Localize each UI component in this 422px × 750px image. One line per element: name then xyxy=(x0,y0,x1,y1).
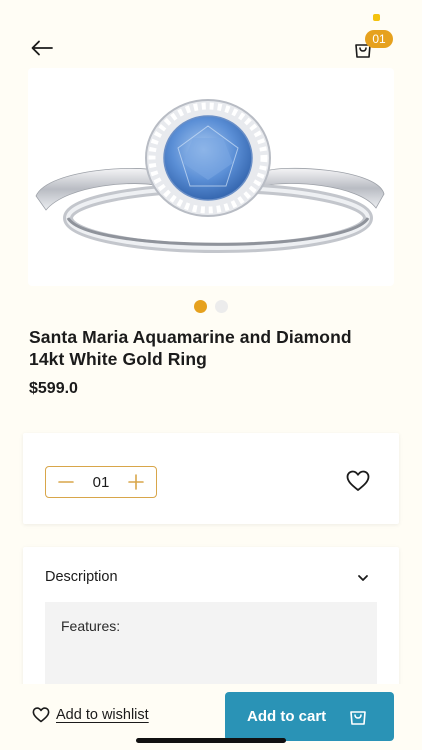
add-to-wishlist-link[interactable]: Add to wishlist xyxy=(32,707,149,723)
quantity-stepper: 01 xyxy=(45,466,157,498)
chevron-down-icon xyxy=(358,575,368,581)
add-to-cart-label: Add to cart xyxy=(247,708,327,725)
pagination-dot-2[interactable] xyxy=(215,300,228,313)
quantity-value[interactable]: 01 xyxy=(93,474,110,491)
status-indicator-dot xyxy=(373,14,380,21)
add-to-cart-button[interactable]: Add to cart xyxy=(225,692,394,741)
heart-icon xyxy=(346,470,370,491)
features-label: Features: xyxy=(61,618,121,634)
shopping-bag-icon xyxy=(350,711,366,725)
pagination-dot-1[interactable] xyxy=(194,300,207,313)
plus-icon xyxy=(128,474,144,490)
decrease-quantity-button[interactable] xyxy=(56,472,76,492)
home-indicator xyxy=(136,738,286,743)
heart-icon xyxy=(32,707,50,723)
image-pagination xyxy=(0,300,422,313)
quantity-card: 01 xyxy=(23,433,399,524)
ring-image xyxy=(35,99,385,253)
minus-icon xyxy=(58,481,74,483)
product-image[interactable] xyxy=(28,68,394,286)
arrow-left-icon xyxy=(31,40,53,56)
description-body: Features: xyxy=(45,602,377,697)
back-button[interactable] xyxy=(28,36,56,60)
product-price: $599.0 xyxy=(29,380,78,397)
description-card: Description Features: xyxy=(23,547,399,697)
product-title: Santa Maria Aquamarine and Diamond 14kt … xyxy=(29,327,352,369)
cart-count-badge: 01 xyxy=(365,30,393,48)
description-toggle[interactable] xyxy=(356,571,370,585)
description-heading[interactable]: Description xyxy=(45,569,118,585)
increase-quantity-button[interactable] xyxy=(126,472,146,492)
wishlist-label: Add to wishlist xyxy=(56,707,149,723)
favorite-button[interactable] xyxy=(346,470,372,494)
